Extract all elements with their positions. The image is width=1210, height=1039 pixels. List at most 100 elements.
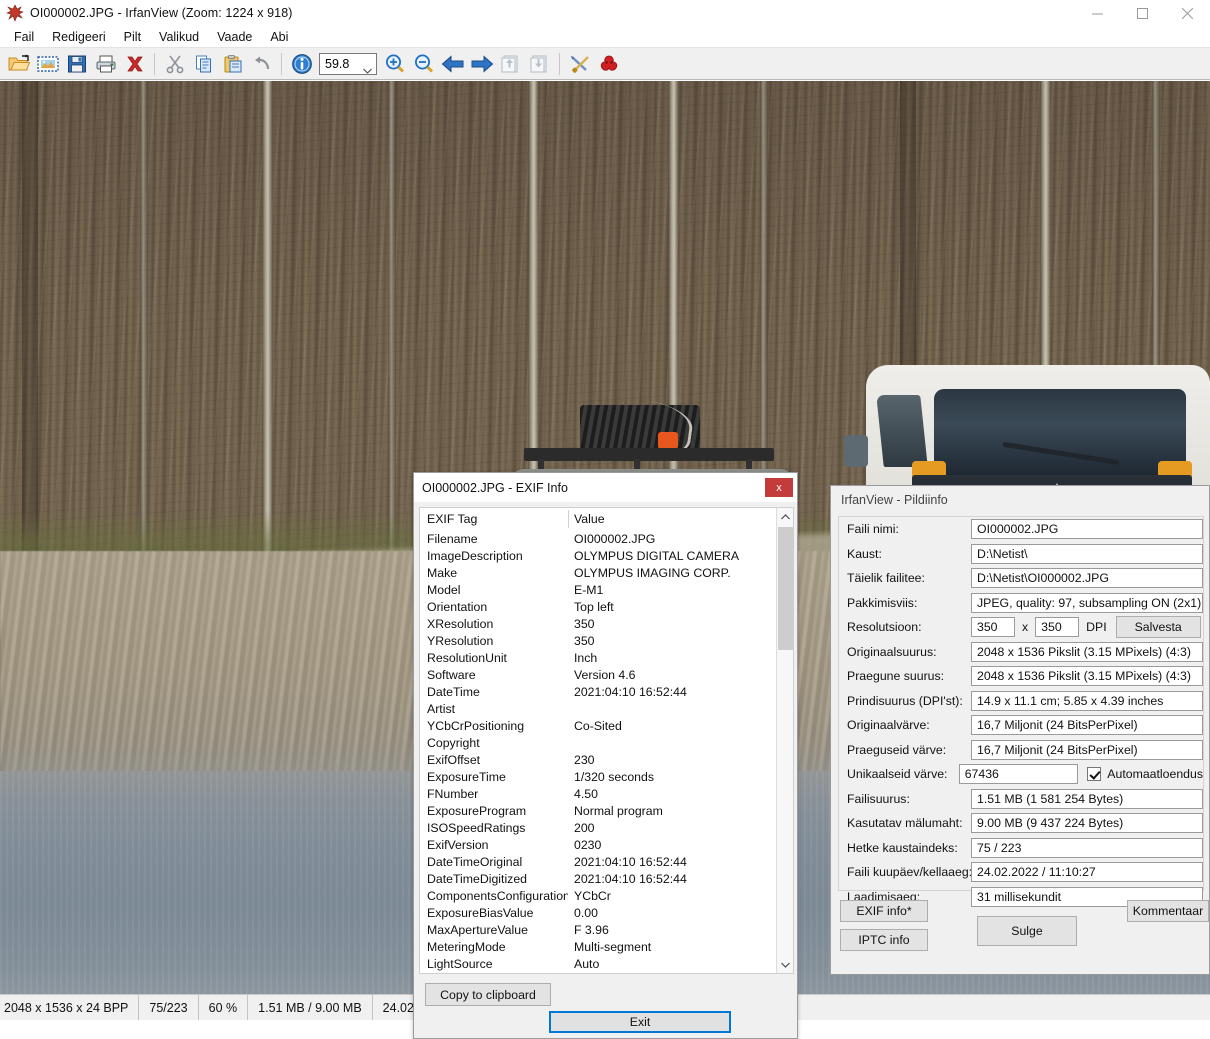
copy-icon[interactable] [189,49,218,78]
row-original-colors: Originaalvärve: 16,7 Miljonit (24 BitsPe… [839,713,1203,738]
save-icon[interactable] [62,49,91,78]
folder-index-field[interactable]: 75 / 223 [971,838,1203,858]
resolution-y-input[interactable]: 350 [1035,617,1079,637]
table-row[interactable]: ModelE-M1 [420,581,776,598]
original-colors-field[interactable]: 16,7 Miljonit (24 BitsPerPixel) [971,715,1203,735]
toolbar: 59.8 [0,47,1210,80]
close-button[interactable]: Sulge [977,916,1077,946]
table-row[interactable]: ExifOffset230 [420,751,776,768]
original-size-label: Originaalsuurus: [847,645,971,659]
resolution-x-input[interactable]: 350 [971,617,1015,637]
exif-value: Auto [568,957,776,971]
row-memory: Kasutatav mälumaht: 9.00 MB (9 437 224 B… [839,811,1203,836]
exif-table-body[interactable]: EXIF Tag Value FilenameOI000002.JPG Imag… [420,508,776,973]
settings-icon[interactable] [565,49,594,78]
thumbnails-icon[interactable] [33,49,62,78]
delete-icon[interactable] [120,49,149,78]
plugins-icon[interactable] [594,49,623,78]
zoom-in-icon[interactable] [380,49,409,78]
save-resolution-button[interactable]: Salvesta [1116,616,1201,638]
undo-icon[interactable] [247,49,276,78]
table-row[interactable]: ExposureBiasValue0.00 [420,904,776,921]
menu-valikud[interactable]: Valikud [150,28,208,46]
table-row[interactable]: ExposureProgramNormal program [420,802,776,819]
table-row[interactable]: XResolution350 [420,615,776,632]
table-row[interactable]: Artist [420,700,776,717]
compression-field[interactable]: JPEG, quality: 97, subsampling ON (2x1) [971,593,1203,613]
irfanview-window: OI000002.JPG - IrfanView (Zoom: 1224 x 9… [0,0,1210,1039]
fullpath-field[interactable]: D:\Netist\OI000002.JPG [971,568,1203,588]
cut-icon[interactable] [160,49,189,78]
table-row[interactable]: DateTimeOriginal2021:04:10 16:52:44 [420,853,776,870]
table-row[interactable]: ResolutionUnitInch [420,649,776,666]
autocount-checkbox[interactable]: Automaatloendus [1087,767,1203,781]
minimize-icon[interactable] [1075,0,1120,26]
zoom-out-icon[interactable] [409,49,438,78]
exif-value: Version 4.6 [568,668,776,682]
last-image-icon[interactable] [525,49,554,78]
print-size-label: Prindisuurus (DPI'st): [847,694,971,708]
exit-button[interactable]: Exit [549,1011,731,1033]
current-size-field[interactable]: 2048 x 1536 Pikslit (3.15 MPixels) (4:3) [971,666,1203,686]
folder-field[interactable]: D:\Netist\ [971,544,1203,564]
print-size-field[interactable]: 14.9 x 11.1 cm; 5.85 x 4.39 inches [971,691,1203,711]
next-icon[interactable] [467,49,496,78]
table-row[interactable]: OrientationTop left [420,598,776,615]
toolbar-separator-3 [559,53,560,75]
checkbox-checked-icon[interactable] [1087,767,1101,781]
table-row[interactable]: FNumber4.50 [420,785,776,802]
info-icon[interactable] [287,49,316,78]
comment-button[interactable]: Kommentaar [1127,900,1209,922]
table-row[interactable]: YCbCrPositioningCo-Sited [420,717,776,734]
original-size-field[interactable]: 2048 x 1536 Pikslit (3.15 MPixels) (4:3) [971,642,1203,662]
row-folder: Kaust: D:\Netist\ [839,542,1203,567]
maximize-icon[interactable] [1120,0,1165,26]
exif-value: 350 [568,617,776,631]
table-row[interactable]: ExifVersion0230 [420,836,776,853]
close-icon[interactable] [1165,0,1210,26]
chevron-down-icon[interactable] [363,61,372,67]
table-row[interactable]: ComponentsConfigurationYCbCr [420,887,776,904]
table-row[interactable]: DateTime2021:04:10 16:52:44 [420,683,776,700]
scroll-down-icon[interactable] [777,956,794,973]
row-print-size: Prindisuurus (DPI'st): 14.9 x 11.1 cm; 5… [839,689,1203,714]
menu-fail[interactable]: Fail [5,28,43,46]
scroll-up-icon[interactable] [777,508,793,525]
table-row[interactable]: MakeOLYMPUS IMAGING CORP. [420,564,776,581]
current-colors-field[interactable]: 16,7 Miljonit (24 BitsPerPixel) [971,740,1203,760]
first-image-icon[interactable] [496,49,525,78]
paste-icon[interactable] [218,49,247,78]
table-row[interactable]: MaxApertureValueF 3.96 [420,921,776,938]
menu-vaade[interactable]: Vaade [208,28,261,46]
table-row[interactable]: FilenameOI000002.JPG [420,530,776,547]
table-row[interactable]: MeteringModeMulti-segment [420,938,776,955]
status-dimensions: 2048 x 1536 x 24 BPP [0,995,139,1021]
open-folder-icon[interactable] [4,49,33,78]
table-row[interactable]: LightSourceAuto [420,955,776,972]
scrollbar-thumb[interactable] [778,527,793,650]
print-icon[interactable] [91,49,120,78]
file-date-field[interactable]: 24.02.2022 / 11:10:27 [971,862,1203,882]
table-row[interactable]: YResolution350 [420,632,776,649]
zoom-combo[interactable]: 59.8 [319,53,377,75]
table-row[interactable]: Copyright [420,734,776,751]
table-row[interactable]: SoftwareVersion 4.6 [420,666,776,683]
menu-redigeeri[interactable]: Redigeeri [43,28,115,46]
exif-info-button[interactable]: EXIF info* [840,900,928,922]
iptc-info-button[interactable]: IPTC info [840,929,928,951]
unique-colors-field[interactable]: 67436 [959,764,1079,784]
exif-close-button[interactable]: x [765,478,793,497]
table-row[interactable]: ImageDescriptionOLYMPUS DIGITAL CAMERA [420,547,776,564]
table-row[interactable]: ExposureTime1/320 seconds [420,768,776,785]
table-row[interactable]: DateTimeDigitized2021:04:10 16:52:44 [420,870,776,887]
previous-icon[interactable] [438,49,467,78]
table-row[interactable]: ISOSpeedRatings200 [420,819,776,836]
menu-pilt[interactable]: Pilt [115,28,150,46]
copy-to-clipboard-button[interactable]: Copy to clipboard [425,983,551,1006]
filesize-field[interactable]: 1.51 MB (1 581 254 Bytes) [971,789,1203,809]
memory-field[interactable]: 9.00 MB (9 437 224 Bytes) [971,813,1203,833]
menu-abi[interactable]: Abi [261,28,297,46]
exif-value: E-M1 [568,583,776,597]
filename-field[interactable]: OI000002.JPG [971,519,1203,539]
exif-scrollbar[interactable] [776,508,793,973]
